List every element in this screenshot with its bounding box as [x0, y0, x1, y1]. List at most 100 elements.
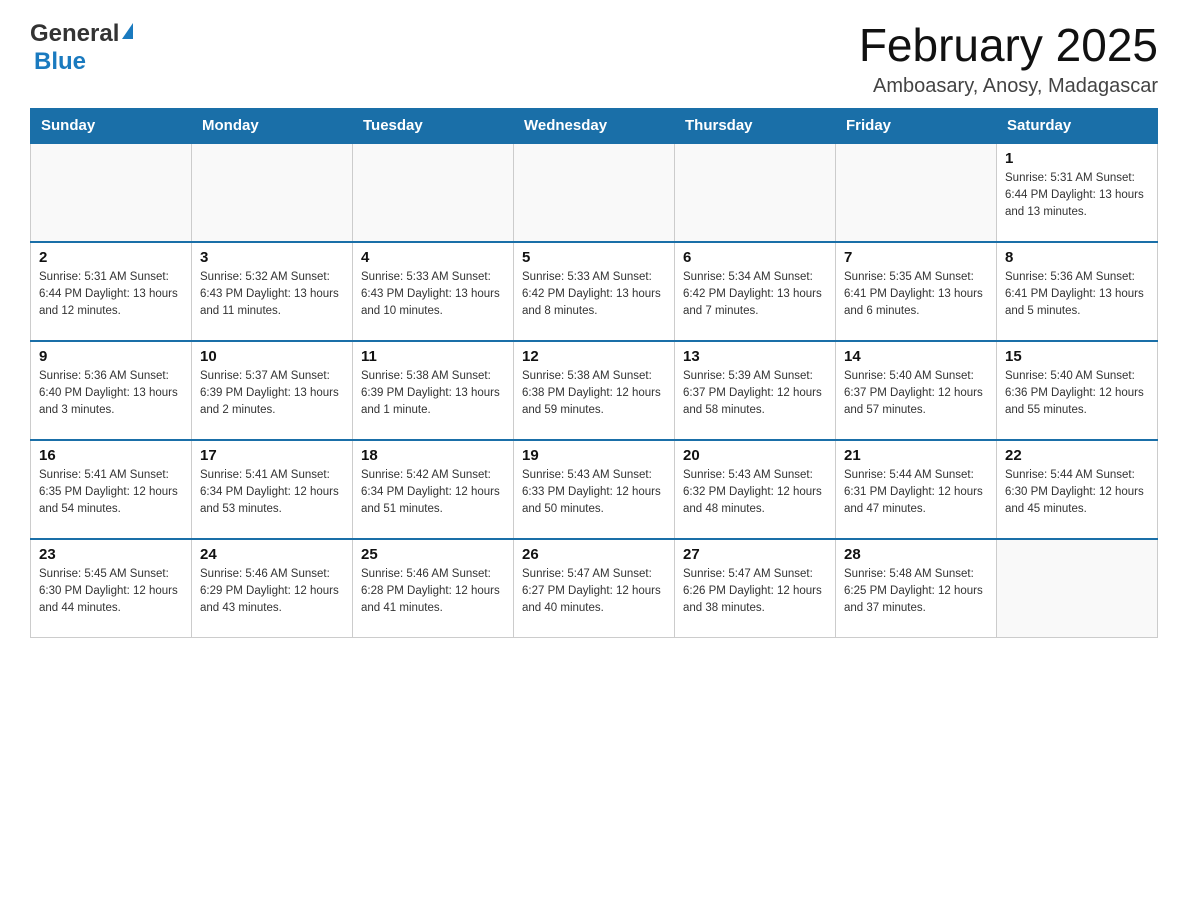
day-info: Sunrise: 5:31 AM Sunset: 6:44 PM Dayligh…: [1005, 170, 1149, 222]
header-day-wednesday: Wednesday: [514, 108, 675, 143]
logo-bottom-line: Blue: [30, 48, 86, 76]
day-number: 13: [683, 348, 827, 365]
calendar-cell: 4Sunrise: 5:33 AM Sunset: 6:43 PM Daylig…: [353, 242, 514, 341]
day-info: Sunrise: 5:47 AM Sunset: 6:26 PM Dayligh…: [683, 566, 827, 618]
day-number: 21: [844, 447, 988, 464]
calendar-cell: 17 Sunrise: 5:41 AM Sunset: 6:34 PM Dayli…: [192, 440, 353, 539]
calendar-table: SundayMondayTuesdayWednesdayThursdayFrid…: [30, 108, 1158, 638]
day-number: 17: [200, 447, 344, 464]
day-info: Sunrise: 5:38 AM Sunset: 6:38 PM Dayligh…: [522, 368, 666, 420]
calendar-cell: [192, 143, 353, 242]
calendar-cell: 22 Sunrise: 5:44 AM Sunset: 6:30 PM Dayli…: [997, 440, 1158, 539]
header-day-sunday: Sunday: [31, 108, 192, 143]
day-number: 3: [200, 249, 344, 266]
calendar-cell: [836, 143, 997, 242]
calendar-cell: [997, 539, 1158, 638]
day-info: Sunrise: 5:48 AM Sunset: 6:25 PM Dayligh…: [844, 566, 988, 618]
header-day-saturday: Saturday: [997, 108, 1158, 143]
day-info: Sunrise: 5:32 AM Sunset: 6:43 PM Dayligh…: [200, 269, 344, 321]
calendar-cell: [675, 143, 836, 242]
week-row-2: 2 Sunrise: 5:31 AM Sunset: 6:44 PM Daylig…: [31, 242, 1158, 341]
day-info: Sunrise: 5:46 AM Sunset: 6:29 PM Dayligh…: [200, 566, 344, 618]
calendar-cell: 10 Sunrise: 5:37 AM Sunset: 6:39 PM Dayli…: [192, 341, 353, 440]
logo: General Blue: [30, 20, 133, 76]
day-info: Sunrise: 5:43 AM Sunset: 6:32 PM Dayligh…: [683, 467, 827, 519]
day-number: 18: [361, 447, 505, 464]
header-row: SundayMondayTuesdayWednesdayThursdayFrid…: [31, 108, 1158, 143]
calendar-cell: 27 Sunrise: 5:47 AM Sunset: 6:26 PM Dayli…: [675, 539, 836, 638]
day-info: Sunrise: 5:38 AM Sunset: 6:39 PM Dayligh…: [361, 368, 505, 420]
calendar-cell: [514, 143, 675, 242]
calendar-cell: 24 Sunrise: 5:46 AM Sunset: 6:29 PM Dayli…: [192, 539, 353, 638]
day-number: 24: [200, 546, 344, 563]
calendar-cell: 25Sunrise: 5:46 AM Sunset: 6:28 PM Dayli…: [353, 539, 514, 638]
day-number: 2: [39, 249, 183, 266]
day-number: 19: [522, 447, 666, 464]
day-number: 8: [1005, 249, 1149, 266]
day-number: 27: [683, 546, 827, 563]
day-number: 12: [522, 348, 666, 365]
header-day-tuesday: Tuesday: [353, 108, 514, 143]
calendar-subtitle: Amboasary, Anosy, Madagascar: [859, 75, 1158, 98]
day-info: Sunrise: 5:37 AM Sunset: 6:39 PM Dayligh…: [200, 368, 344, 420]
calendar-body: 1 Sunrise: 5:31 AM Sunset: 6:44 PM Daylig…: [31, 143, 1158, 638]
calendar-cell: 9 Sunrise: 5:36 AM Sunset: 6:40 PM Daylig…: [31, 341, 192, 440]
day-number: 10: [200, 348, 344, 365]
calendar-cell: 8 Sunrise: 5:36 AM Sunset: 6:41 PM Daylig…: [997, 242, 1158, 341]
header-day-monday: Monday: [192, 108, 353, 143]
day-info: Sunrise: 5:41 AM Sunset: 6:35 PM Dayligh…: [39, 467, 183, 519]
calendar-cell: 23 Sunrise: 5:45 AM Sunset: 6:30 PM Dayli…: [31, 539, 192, 638]
calendar-cell: 26 Sunrise: 5:47 AM Sunset: 6:27 PM Dayli…: [514, 539, 675, 638]
calendar-cell: 21 Sunrise: 5:44 AM Sunset: 6:31 PM Dayli…: [836, 440, 997, 539]
calendar-cell: [31, 143, 192, 242]
calendar-cell: 19 Sunrise: 5:43 AM Sunset: 6:33 PM Dayli…: [514, 440, 675, 539]
day-number: 4: [361, 249, 505, 266]
calendar-cell: 7 Sunrise: 5:35 AM Sunset: 6:41 PM Daylig…: [836, 242, 997, 341]
day-number: 5: [522, 249, 666, 266]
day-info: Sunrise: 5:42 AM Sunset: 6:34 PM Dayligh…: [361, 467, 505, 519]
day-info: Sunrise: 5:31 AM Sunset: 6:44 PM Dayligh…: [39, 269, 183, 321]
day-number: 16: [39, 447, 183, 464]
header-day-thursday: Thursday: [675, 108, 836, 143]
day-info: Sunrise: 5:33 AM Sunset: 6:42 PM Dayligh…: [522, 269, 666, 321]
calendar-cell: 28 Sunrise: 5:48 AM Sunset: 6:25 PM Dayli…: [836, 539, 997, 638]
week-row-1: 1 Sunrise: 5:31 AM Sunset: 6:44 PM Daylig…: [31, 143, 1158, 242]
calendar-cell: 2 Sunrise: 5:31 AM Sunset: 6:44 PM Daylig…: [31, 242, 192, 341]
header-day-friday: Friday: [836, 108, 997, 143]
logo-top-line: General: [30, 20, 133, 48]
day-number: 14: [844, 348, 988, 365]
calendar-cell: 14 Sunrise: 5:40 AM Sunset: 6:37 PM Dayli…: [836, 341, 997, 440]
day-info: Sunrise: 5:40 AM Sunset: 6:37 PM Dayligh…: [844, 368, 988, 420]
day-info: Sunrise: 5:44 AM Sunset: 6:30 PM Dayligh…: [1005, 467, 1149, 519]
day-info: Sunrise: 5:43 AM Sunset: 6:33 PM Dayligh…: [522, 467, 666, 519]
day-info: Sunrise: 5:35 AM Sunset: 6:41 PM Dayligh…: [844, 269, 988, 321]
calendar-cell: 1 Sunrise: 5:31 AM Sunset: 6:44 PM Daylig…: [997, 143, 1158, 242]
day-number: 1: [1005, 150, 1149, 167]
day-info: Sunrise: 5:36 AM Sunset: 6:40 PM Dayligh…: [39, 368, 183, 420]
day-info: Sunrise: 5:44 AM Sunset: 6:31 PM Dayligh…: [844, 467, 988, 519]
day-info: Sunrise: 5:46 AM Sunset: 6:28 PM Dayligh…: [361, 566, 505, 618]
calendar-cell: 5 Sunrise: 5:33 AM Sunset: 6:42 PM Daylig…: [514, 242, 675, 341]
day-number: 9: [39, 348, 183, 365]
calendar-title: February 2025: [859, 20, 1158, 71]
week-row-3: 9 Sunrise: 5:36 AM Sunset: 6:40 PM Daylig…: [31, 341, 1158, 440]
day-number: 28: [844, 546, 988, 563]
calendar-cell: 18 Sunrise: 5:42 AM Sunset: 6:34 PM Dayli…: [353, 440, 514, 539]
logo-general-text: General: [30, 20, 119, 47]
day-info: Sunrise: 5:36 AM Sunset: 6:41 PM Dayligh…: [1005, 269, 1149, 321]
calendar-cell: 13Sunrise: 5:39 AM Sunset: 6:37 PM Dayli…: [675, 341, 836, 440]
day-number: 26: [522, 546, 666, 563]
day-number: 23: [39, 546, 183, 563]
calendar-cell: 11Sunrise: 5:38 AM Sunset: 6:39 PM Dayli…: [353, 341, 514, 440]
week-row-4: 16 Sunrise: 5:41 AM Sunset: 6:35 PM Dayli…: [31, 440, 1158, 539]
day-info: Sunrise: 5:41 AM Sunset: 6:34 PM Dayligh…: [200, 467, 344, 519]
calendar-cell: 3 Sunrise: 5:32 AM Sunset: 6:43 PM Daylig…: [192, 242, 353, 341]
day-info: Sunrise: 5:45 AM Sunset: 6:30 PM Dayligh…: [39, 566, 183, 618]
calendar-cell: 6Sunrise: 5:34 AM Sunset: 6:42 PM Daylig…: [675, 242, 836, 341]
day-info: Sunrise: 5:47 AM Sunset: 6:27 PM Dayligh…: [522, 566, 666, 618]
day-number: 7: [844, 249, 988, 266]
day-number: 6: [683, 249, 827, 266]
page-header: General Blue February 2025 Amboasary, An…: [30, 20, 1158, 98]
day-number: 22: [1005, 447, 1149, 464]
day-number: 15: [1005, 348, 1149, 365]
